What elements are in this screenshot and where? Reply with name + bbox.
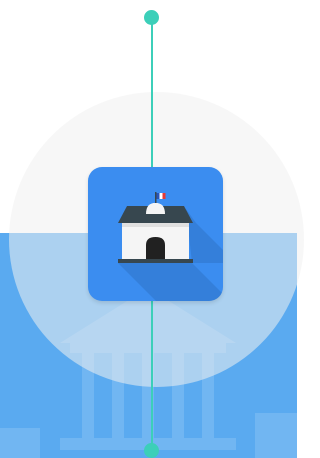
town-hall-app-icon[interactable]	[88, 167, 223, 301]
timeline-dot-top	[144, 10, 159, 25]
timeline-dot-bottom	[144, 443, 159, 458]
town-hall-icon	[118, 192, 223, 301]
